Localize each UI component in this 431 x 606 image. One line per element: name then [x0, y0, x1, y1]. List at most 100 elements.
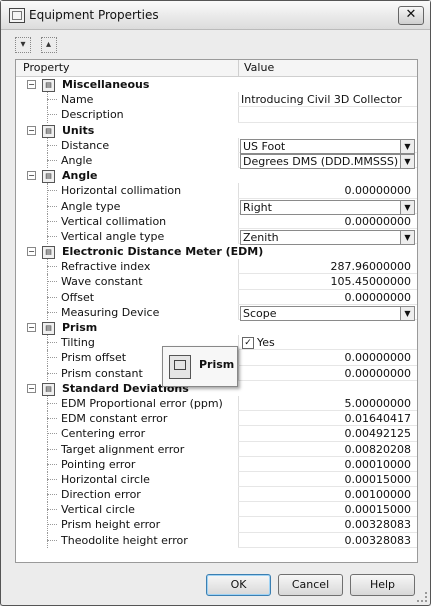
collapse-icon[interactable]: −: [27, 323, 36, 332]
property-row[interactable]: EDM constant error 0.01640417: [16, 411, 417, 427]
property-row[interactable]: Target alignment error 0.00820208: [16, 441, 417, 457]
property-grid: Property Value − ▤ Miscellaneous Name Introd…: [15, 59, 418, 563]
title-bar[interactable]: Equipment Properties ✕: [1, 1, 430, 30]
value-cell[interactable]: 0.00000000: [241, 183, 411, 198]
collapse-icon[interactable]: −: [27, 125, 36, 135]
value-cell[interactable]: 0.00328083: [241, 533, 411, 548]
tree-tick: [47, 372, 57, 374]
value-cell[interactable]: 0.00000000: [241, 366, 411, 381]
value-dropdown[interactable]: Scope ▼: [240, 305, 415, 321]
value-cell[interactable]: 0.00010000: [241, 457, 411, 472]
collapse-icon[interactable]: −: [27, 247, 36, 257]
property-row[interactable]: EDM Proportional error (ppm) 5.00000000: [16, 395, 417, 412]
property-label: Measuring Device: [61, 305, 160, 319]
value-dropdown[interactable]: Zenith ▼: [240, 229, 415, 245]
value-cell[interactable]: 0.00820208: [241, 442, 411, 457]
value-cell[interactable]: Introducing Civil 3D Collector: [241, 92, 411, 107]
prism-tooltip: Prism: [162, 346, 238, 387]
property-row[interactable]: Prism height error 0.00328083: [16, 517, 417, 533]
value-cell[interactable]: 0.00100000: [241, 487, 411, 502]
property-row[interactable]: Direction error 0.00100000: [16, 487, 417, 503]
collapse-icon[interactable]: −: [27, 383, 36, 393]
property-row[interactable]: Vertical circle 0.00015000: [16, 502, 417, 518]
value-cell[interactable]: 0.00492125: [241, 426, 411, 441]
property-row[interactable]: Name Introducing Civil 3D Collector: [16, 92, 417, 108]
property-label: Vertical collimation: [61, 214, 167, 228]
value-cell[interactable]: 0.00000000: [241, 350, 411, 365]
category-row[interactable]: − ▤ Miscellaneous: [16, 77, 417, 92]
value-dropdown[interactable]: US Foot ▼: [240, 138, 415, 154]
column-divider: [238, 152, 239, 169]
property-label: Vertical circle: [61, 503, 135, 517]
value-cell[interactable]: 105.45000000: [241, 274, 411, 289]
dropdown-value: Degrees DMS (DDD.MMSSS): [243, 154, 399, 168]
help-button[interactable]: Help: [350, 574, 415, 596]
close-button[interactable]: ✕: [398, 6, 424, 25]
property-row[interactable]: Refractive index 287.96000000: [16, 259, 417, 275]
column-divider: [238, 92, 239, 108]
checkbox-label: Yes: [257, 336, 275, 350]
sort-categorized-icon[interactable]: ▾: [15, 37, 31, 53]
category-label: Electronic Distance Meter (EDM): [62, 245, 264, 259]
value-checkbox[interactable]: ✓: [242, 337, 254, 350]
tree-tick: [47, 448, 57, 450]
ok-button[interactable]: OK: [206, 574, 271, 596]
chevron-down-icon[interactable]: ▼: [400, 200, 414, 214]
chevron-down-icon[interactable]: ▼: [400, 154, 414, 168]
header-value[interactable]: Value: [244, 61, 274, 74]
property-row[interactable]: Vertical angle type Zenith ▼: [16, 228, 417, 245]
value-cell[interactable]: 0.01640417: [241, 411, 411, 426]
collapse-icon[interactable]: −: [27, 80, 36, 89]
category-row[interactable]: − ▤ Angle: [16, 168, 417, 184]
property-row[interactable]: Pointing error 0.00010000: [16, 456, 417, 472]
property-label: Name: [61, 93, 94, 107]
property-row[interactable]: Horizontal collimation 0.00000000: [16, 183, 417, 199]
value-dropdown[interactable]: Degrees DMS (DDD.MMSSS) ▼: [240, 153, 415, 169]
grid-header: Property Value: [16, 60, 417, 77]
resize-grip[interactable]: [417, 592, 427, 602]
tree-tick: [47, 357, 57, 359]
value-dropdown[interactable]: Right ▼: [240, 199, 415, 215]
value-cell[interactable]: 287.96000000: [241, 259, 411, 274]
property-row[interactable]: Centering error 0.00492125: [16, 426, 417, 442]
tree-tick: [47, 342, 57, 344]
chevron-down-icon[interactable]: ▼: [400, 139, 414, 153]
value-cell[interactable]: 0.00015000: [241, 502, 411, 517]
property-label: Tilting: [61, 336, 95, 350]
property-row[interactable]: Horizontal circle 0.00015000: [16, 471, 417, 488]
chevron-down-icon[interactable]: ▼: [400, 230, 414, 244]
cancel-button[interactable]: Cancel: [278, 574, 343, 596]
value-cell[interactable]: 0.00000000: [241, 290, 411, 305]
tree-tick: [47, 235, 57, 237]
header-property[interactable]: Property: [23, 61, 70, 74]
property-row[interactable]: Distance US Foot ▼: [16, 137, 417, 154]
chevron-down-icon[interactable]: ▼: [400, 306, 414, 320]
property-row[interactable]: Measuring Device Scope ▼: [16, 304, 417, 321]
value-cell[interactable]: 0.00328083: [241, 517, 411, 532]
category-label: Angle: [62, 169, 98, 183]
collapse-icon[interactable]: −: [27, 171, 36, 181]
property-row[interactable]: Angle Degrees DMS (DDD.MMSSS) ▼: [16, 152, 417, 169]
value-cell[interactable]: 0.00015000: [241, 472, 411, 487]
property-row[interactable]: Angle type Right ▼: [16, 198, 417, 215]
property-label: EDM Proportional error (ppm): [61, 396, 223, 410]
property-row[interactable]: Description: [16, 107, 417, 123]
property-row[interactable]: Wave constant 105.45000000: [16, 274, 417, 290]
sort-alphabetical-icon[interactable]: ▴: [40, 37, 57, 53]
property-label: Distance: [61, 138, 110, 152]
tree-tick: [47, 159, 57, 161]
property-label: Prism height error: [61, 518, 161, 532]
category-row[interactable]: − ▤ Electronic Distance Meter (EDM): [16, 244, 417, 260]
column-divider: [238, 137, 239, 153]
value-cell[interactable]: 0.00000000: [241, 214, 411, 229]
property-label: Pointing error: [61, 457, 136, 471]
value-cell[interactable]: 5.00000000: [241, 396, 411, 411]
property-label: Target alignment error: [61, 442, 185, 456]
property-row[interactable]: Offset 0.00000000: [16, 289, 417, 305]
category-row[interactable]: − ▤ Prism: [16, 320, 417, 335]
tree-tick: [47, 433, 57, 435]
property-row[interactable]: Vertical collimation 0.00000000: [16, 213, 417, 229]
property-row[interactable]: Theodolite height error 0.00328083: [16, 532, 417, 548]
property-label: Angle: [61, 153, 93, 167]
category-row[interactable]: − ▤ Units: [16, 123, 417, 138]
